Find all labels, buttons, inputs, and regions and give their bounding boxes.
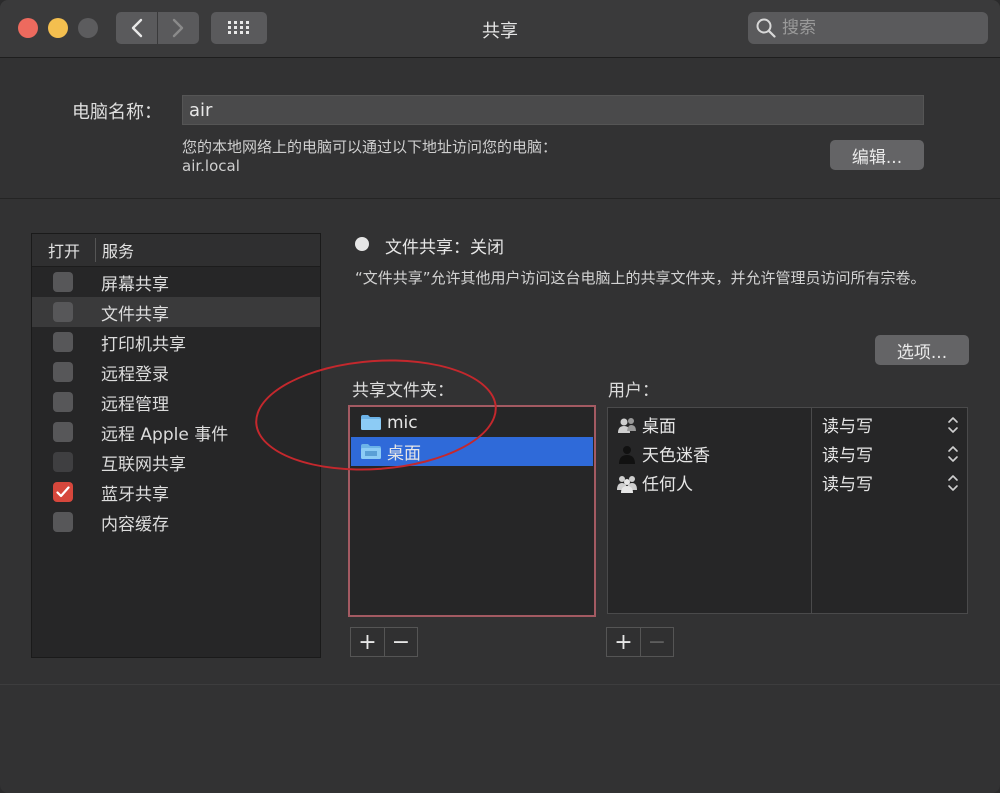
shared-folders-list: mic 桌面: [348, 405, 596, 617]
service-checkbox[interactable]: [53, 452, 73, 472]
service-checkbox[interactable]: [53, 272, 73, 292]
permission-popup[interactable]: 读与写: [812, 468, 967, 497]
service-row-bluetooth-sharing[interactable]: 蓝牙共享: [32, 477, 320, 507]
file-sharing-description: “文件共享”允许其他用户访问这台电脑上的共享文件夹，并允许管理员访问所有宗卷。: [355, 268, 955, 289]
service-checkbox[interactable]: [53, 362, 73, 382]
options-button[interactable]: 选项...: [875, 335, 969, 365]
folder-name: mic: [387, 413, 418, 433]
add-user-button[interactable]: +: [607, 628, 640, 656]
add-folder-button[interactable]: +: [351, 628, 384, 656]
search-icon: [756, 18, 776, 38]
edit-button[interactable]: 编辑...: [830, 140, 924, 170]
folder-icon: [361, 415, 381, 430]
folders-add-remove: + −: [350, 627, 418, 657]
service-checkbox[interactable]: [53, 302, 73, 322]
sharing-window: 共享 电脑名称： 您的本地网络上的电脑可以通过以下地址访问您的电脑： air.l…: [0, 0, 1000, 793]
updown-chevron-icon: [947, 416, 959, 434]
service-label: 打印机共享: [101, 330, 186, 355]
permission-value: 读与写: [822, 441, 873, 466]
user-row[interactable]: 天色迷香: [608, 439, 811, 468]
permission-popup[interactable]: 读与写: [812, 439, 967, 468]
service-label: 远程登录: [101, 360, 169, 385]
service-checkbox[interactable]: [53, 422, 73, 442]
search-field[interactable]: [748, 12, 988, 44]
service-checkbox[interactable]: [53, 332, 73, 352]
service-label: 互联网共享: [101, 450, 186, 475]
service-row-printer-sharing[interactable]: 打印机共享: [32, 327, 320, 357]
search-input[interactable]: [782, 18, 972, 38]
services-header: 打开 服务: [32, 234, 320, 267]
users-add-remove: + −: [606, 627, 674, 657]
computer-name-label: 电脑名称：: [72, 98, 162, 124]
service-row-screen-sharing[interactable]: 屏幕共享: [32, 267, 320, 297]
permission-value: 读与写: [822, 470, 873, 495]
updown-chevron-icon: [947, 445, 959, 463]
shared-folders-label: 共享文件夹：: [352, 376, 454, 401]
users-name-column: 桌面 天色迷香 任何人: [608, 408, 812, 613]
service-row-remote-management[interactable]: 远程管理: [32, 387, 320, 417]
service-row-file-sharing[interactable]: 文件共享: [32, 297, 320, 327]
service-label: 内容缓存: [101, 510, 169, 535]
group-icon: [616, 415, 638, 435]
user-name: 桌面: [642, 412, 676, 437]
service-label: 文件共享: [101, 300, 169, 325]
remove-folder-button[interactable]: −: [384, 628, 417, 656]
service-row-remote-login[interactable]: 远程登录: [32, 357, 320, 387]
user-icon: [616, 444, 638, 464]
users-permission-column: 读与写 读与写 读与写: [812, 408, 967, 613]
service-checkbox[interactable]: [53, 512, 73, 532]
computer-address-description: 您的本地网络上的电脑可以通过以下地址访问您的电脑：: [182, 136, 557, 157]
folder-row[interactable]: 桌面: [351, 437, 593, 466]
user-name: 天色迷香: [642, 441, 710, 466]
user-row[interactable]: 桌面: [608, 410, 811, 439]
service-row-content-caching[interactable]: 内容缓存: [32, 507, 320, 537]
service-label: 蓝牙共享: [101, 480, 169, 505]
file-sharing-status: 文件共享：关闭: [385, 233, 504, 258]
permission-popup[interactable]: 读与写: [812, 410, 967, 439]
users-list: 桌面 天色迷香 任何人 读与写 读与写 读与写: [607, 407, 968, 614]
folder-icon: [361, 444, 381, 459]
column-header-on[interactable]: 打开: [32, 238, 96, 262]
permission-value: 读与写: [822, 412, 873, 437]
remove-user-button[interactable]: −: [640, 628, 673, 656]
computer-name-section: 电脑名称： 您的本地网络上的电脑可以通过以下地址访问您的电脑： air.loca…: [0, 59, 1000, 199]
status-indicator: [355, 237, 369, 251]
folder-row[interactable]: mic: [351, 408, 593, 437]
service-checkbox[interactable]: [53, 482, 73, 502]
service-checkbox[interactable]: [53, 392, 73, 412]
service-label: 远程 Apple 事件: [101, 420, 228, 445]
user-name: 任何人: [642, 470, 693, 495]
everyone-icon: [616, 473, 638, 493]
service-label: 屏幕共享: [101, 270, 169, 295]
computer-address: air.local: [182, 157, 240, 175]
column-header-service[interactable]: 服务: [96, 238, 134, 262]
checkmark-icon: [56, 486, 70, 498]
service-label: 远程管理: [101, 390, 169, 415]
users-label: 用户：: [608, 376, 659, 401]
bottom-divider: [0, 684, 1000, 685]
service-row-internet-sharing[interactable]: 互联网共享: [32, 447, 320, 477]
services-list: 打开 服务 屏幕共享 文件共享 打印机共享 远程登录 远程管理 远程 Apple…: [31, 233, 321, 658]
folder-name: 桌面: [387, 439, 421, 464]
updown-chevron-icon: [947, 474, 959, 492]
user-row[interactable]: 任何人: [608, 468, 811, 497]
service-row-remote-apple-events[interactable]: 远程 Apple 事件: [32, 417, 320, 447]
title-bar: 共享: [0, 0, 1000, 58]
computer-name-field[interactable]: [182, 95, 924, 125]
